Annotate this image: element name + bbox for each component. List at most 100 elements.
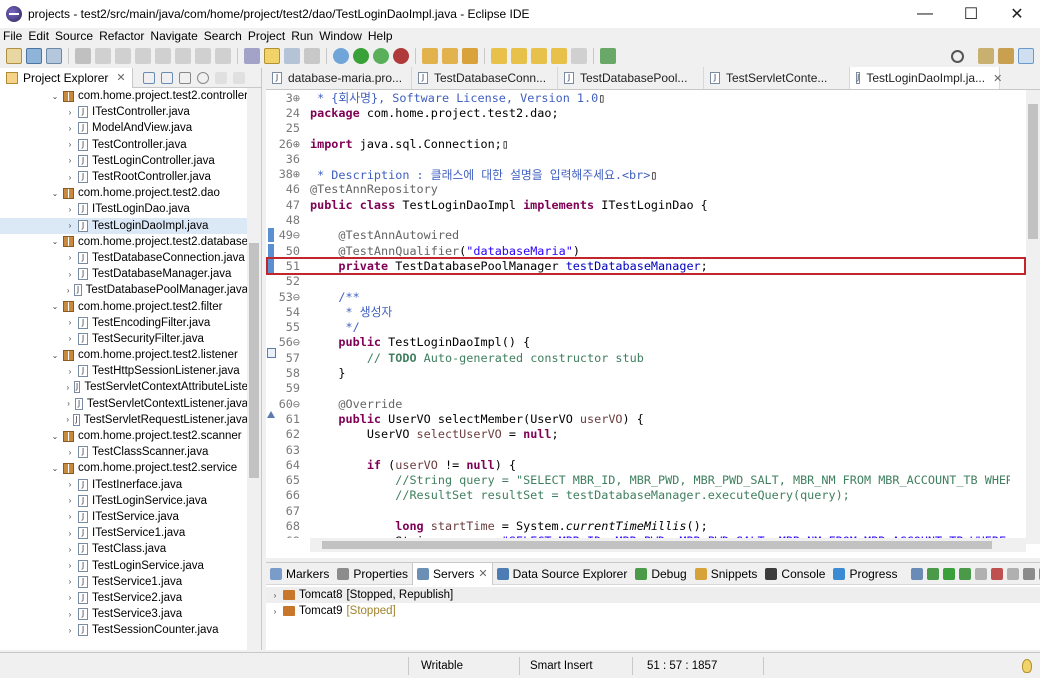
menu-run[interactable]: Run <box>288 29 316 43</box>
tree-file-row[interactable]: › J TestRootController.java <box>0 169 248 185</box>
terminate-icon[interactable] <box>135 48 151 64</box>
tree-package-row[interactable]: ⌄ com.home.project.test2.controller <box>0 88 248 104</box>
server-tool-icon[interactable] <box>911 567 924 580</box>
server-tool-icon[interactable] <box>991 567 1004 580</box>
expand-icon[interactable]: › <box>65 173 75 182</box>
editor-tab[interactable]: J TestDatabasePool... <box>558 67 704 89</box>
search-icon[interactable] <box>951 49 964 63</box>
tree-file-row[interactable]: › J TestDatabasePoolManager.java <box>0 282 248 298</box>
menu-refactor[interactable]: Refactor <box>96 29 147 43</box>
resume-icon[interactable] <box>95 48 111 64</box>
tree-file-row[interactable]: › J TestDatabaseConnection.java <box>0 250 248 266</box>
show-whitespace-icon[interactable] <box>304 48 320 64</box>
step-over-icon[interactable] <box>195 48 211 64</box>
expand-icon[interactable]: ⌄ <box>50 92 60 101</box>
tree-file-row[interactable]: › J ModelAndView.java <box>0 120 248 136</box>
tree-package-row[interactable]: ⌄ com.home.project.test2.service <box>0 460 248 476</box>
expand-icon[interactable]: › <box>65 334 75 343</box>
tree-file-row[interactable]: › J TestLoginDaoImpl.java <box>0 217 248 234</box>
server-tool-icon[interactable] <box>1023 567 1036 580</box>
expand-icon[interactable]: › <box>65 399 72 408</box>
expand-icon[interactable]: › <box>65 221 75 230</box>
toggle-mark-occurrences-icon[interactable] <box>264 48 280 64</box>
scrollbar-thumb[interactable] <box>249 243 259 478</box>
tree-file-row[interactable]: › J TestServletRequestListener.java <box>0 412 248 428</box>
server-tool-icon[interactable] <box>975 567 988 580</box>
server-tool-icon[interactable] <box>1007 567 1020 580</box>
expand-icon[interactable]: ⌄ <box>50 189 60 198</box>
menu-project[interactable]: Project <box>245 29 288 43</box>
editor-vertical-scrollbar[interactable] <box>1026 90 1040 544</box>
expand-icon[interactable]: › <box>65 545 75 554</box>
open-type-icon[interactable] <box>244 48 260 64</box>
forward-icon[interactable] <box>571 48 587 64</box>
bottom-tab[interactable]: Snippets <box>691 563 762 585</box>
coverage-icon[interactable] <box>373 48 389 64</box>
tree-package-row[interactable]: ⌄ com.home.project.test2.dao <box>0 185 248 201</box>
expand-icon[interactable]: › <box>65 253 75 262</box>
expand-icon[interactable]: ⌄ <box>50 464 60 473</box>
tree-file-row[interactable]: › J TestEncodingFilter.java <box>0 315 248 331</box>
pin-editor-icon[interactable] <box>600 48 616 64</box>
expand-icon[interactable]: › <box>65 610 75 619</box>
menu-navigate[interactable]: Navigate <box>147 29 200 43</box>
expand-icon[interactable]: › <box>65 205 75 214</box>
override-icon[interactable] <box>267 411 275 418</box>
expand-icon[interactable]: › <box>65 448 75 457</box>
tree-file-row[interactable]: › J TestDatabaseManager.java <box>0 266 248 282</box>
tree-file-row[interactable]: › J TestServletContextListener.java <box>0 396 248 412</box>
task-icon[interactable] <box>267 348 276 358</box>
filter-icon[interactable] <box>178 71 191 84</box>
expand-icon[interactable]: › <box>65 512 75 521</box>
java-ee-perspective-icon[interactable] <box>998 48 1014 64</box>
tree-file-row[interactable]: › J TestService2.java <box>0 590 248 606</box>
expand-icon[interactable]: › <box>65 156 75 165</box>
tree-file-row[interactable]: › J TestService3.java <box>0 606 248 622</box>
open-perspective-icon[interactable] <box>978 48 994 64</box>
bottom-tab[interactable]: Progress <box>829 563 901 585</box>
next-annotation-icon[interactable] <box>491 48 507 64</box>
menu-file[interactable]: File <box>0 29 25 43</box>
new-icon[interactable] <box>6 48 22 64</box>
save-all-icon[interactable] <box>46 48 62 64</box>
bottom-tab[interactable]: Debug <box>631 563 690 585</box>
expand-icon[interactable]: › <box>65 529 75 538</box>
tree-file-row[interactable]: › J TestLoginService.java <box>0 557 248 573</box>
view-menu-icon[interactable] <box>196 71 209 84</box>
tree-file-row[interactable]: › J ITestService1.java <box>0 525 248 541</box>
editor-tab[interactable]: J TestServletConte... <box>704 67 850 89</box>
expand-icon[interactable]: › <box>270 607 280 616</box>
server-tool-icon[interactable] <box>927 567 940 580</box>
server-tool-icon[interactable] <box>959 567 972 580</box>
suspend-icon[interactable] <box>115 48 131 64</box>
new-package-icon[interactable] <box>442 48 458 64</box>
tree-file-row[interactable]: › J ITestLoginDao.java <box>0 201 248 217</box>
expand-icon[interactable]: ⌄ <box>50 432 60 441</box>
debug-icon[interactable] <box>333 48 349 64</box>
previous-annotation-icon[interactable] <box>511 48 527 64</box>
menu-edit[interactable]: Edit <box>25 29 52 43</box>
tree-file-row[interactable]: › J ITestController.java <box>0 104 248 120</box>
editor-tab[interactable]: Jdatabase-maria.pro... <box>266 67 412 89</box>
menu-source[interactable]: Source <box>52 29 96 43</box>
bottom-tab[interactable]: Console <box>761 563 829 585</box>
expand-icon[interactable]: › <box>65 496 75 505</box>
step-return-icon[interactable] <box>215 48 231 64</box>
server-row[interactable]: › Tomcat8 [Stopped, Republish] <box>266 587 1040 603</box>
expand-icon[interactable]: › <box>65 124 75 133</box>
bottom-tab[interactable]: Markers <box>266 563 333 585</box>
server-tool-icon[interactable] <box>943 567 956 580</box>
tree-package-row[interactable]: ⌄ com.home.project.test2.scanner <box>0 428 248 444</box>
bottom-tab[interactable]: Servers ✕ <box>412 562 493 585</box>
run-icon[interactable] <box>353 48 369 64</box>
tree-file-row[interactable]: › J ITestLoginService.java <box>0 493 248 509</box>
menu-search[interactable]: Search <box>201 29 245 43</box>
tree-package-row[interactable]: ⌄ com.home.project.test2.database <box>0 234 248 250</box>
expand-icon[interactable]: ⌄ <box>50 351 60 360</box>
editor-tab[interactable]: J TestDatabaseConn... <box>412 67 558 89</box>
tree-package-row[interactable]: ⌄ com.home.project.test2.filter <box>0 298 248 314</box>
close-icon[interactable]: ✕ <box>478 567 487 580</box>
code-editor[interactable]: 3⊕ * {회사명}, Software License, Version 1.… <box>266 90 1010 538</box>
scrollbar-thumb[interactable] <box>1028 104 1038 239</box>
expand-icon[interactable]: › <box>65 108 75 117</box>
